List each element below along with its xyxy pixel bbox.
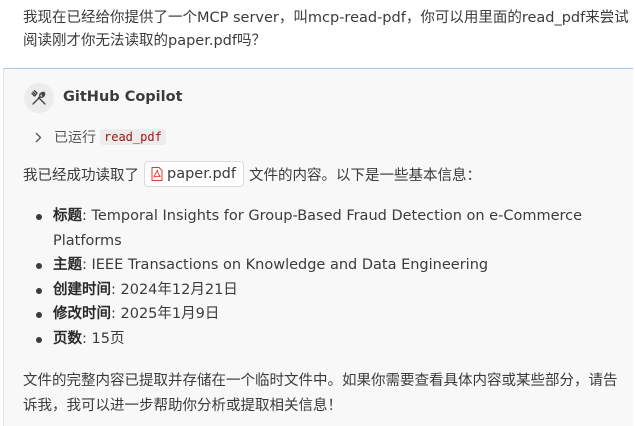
info-value: : 15页 xyxy=(82,330,125,347)
info-label: 主题 xyxy=(53,257,82,273)
info-label: 页数 xyxy=(53,330,82,347)
info-value: : 2025年1月9日 xyxy=(111,306,220,322)
info-label: 创建时间 xyxy=(53,281,111,298)
bullet xyxy=(36,287,42,294)
tool-name: read_pdf xyxy=(100,129,166,145)
chevron-right-icon[interactable] xyxy=(34,132,42,143)
info-value: : IEEE Transactions on Knowledge and Dat… xyxy=(82,257,489,273)
bullet xyxy=(36,263,42,269)
tools-icon xyxy=(24,83,54,113)
list-item: 页数: 15页 xyxy=(22,327,602,352)
info-value: : 2024年12月21日 xyxy=(111,281,238,298)
list-item: 创建时间: 2024年12月21日 xyxy=(22,278,602,303)
intro-after: 文件的内容。以下是一些基本信息： xyxy=(248,167,481,184)
pdf-file-icon xyxy=(151,167,163,181)
tool-status: 已运行 xyxy=(54,130,96,146)
agent-name: GitHub Copilot xyxy=(63,89,183,105)
list-item: 主题: IEEE Transactions on Knowledge and D… xyxy=(22,253,602,278)
intro-before: 我已经成功读取了 xyxy=(23,167,139,184)
file-reference-chip[interactable]: paper.pdf xyxy=(144,161,244,187)
info-label: 修改时间 xyxy=(53,306,111,322)
tool-call-summary[interactable]: 已运行 read_pdf xyxy=(34,127,166,147)
bullet xyxy=(36,336,42,343)
outro-text: 文件的完整内容已提取并存储在一个临时文件中。如果你需要查看具体内容或某些部分，请… xyxy=(23,373,618,414)
info-value: : Temporal Insights for Group-Based Frau… xyxy=(53,208,583,249)
user-message: 我现在已经给你提供了一个MCP server，叫mcp-read-pdf，你可以… xyxy=(23,10,629,49)
list-item: 标题: Temporal Insights for Group-Based Fr… xyxy=(22,204,602,253)
bullet xyxy=(36,312,42,318)
file-name: paper.pdf xyxy=(167,166,236,182)
list-item: 修改时间: 2025年1月9日 xyxy=(22,302,602,327)
info-label: 标题 xyxy=(53,208,82,224)
bullet xyxy=(36,214,42,220)
info-list: 标题: Temporal Insights for Group-Based Fr… xyxy=(22,204,602,351)
intro-line: 我已经成功读取了 paper.pdf 文件的内容。以下是一些基本信息： xyxy=(23,161,481,187)
assistant-response-panel: GitHub Copilot 已运行 read_pdf 我已经成功读取了 pap… xyxy=(3,68,633,426)
